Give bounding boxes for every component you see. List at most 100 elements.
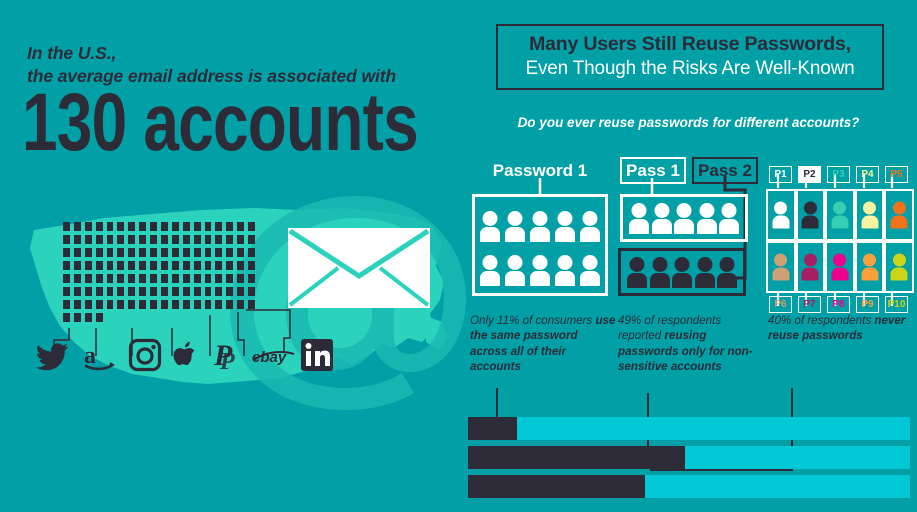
twitter-icon[interactable] bbox=[35, 343, 68, 371]
account-dot bbox=[248, 300, 256, 309]
password-tag-p6: P6 bbox=[769, 296, 792, 313]
account-dot-grid bbox=[63, 222, 259, 326]
account-dot bbox=[63, 300, 70, 309]
person-icon bbox=[649, 257, 670, 288]
password-tag-p5: P5 bbox=[885, 166, 908, 183]
person-icon bbox=[530, 255, 550, 286]
account-dot bbox=[226, 261, 234, 270]
account-dot bbox=[193, 248, 201, 257]
account-dot bbox=[84, 235, 92, 244]
account-dot bbox=[215, 261, 223, 270]
account-dot bbox=[215, 248, 223, 257]
caption-3: 40% of respondents never reuse passwords bbox=[768, 313, 908, 344]
brand-icon-row: a P P ebay bbox=[35, 333, 333, 375]
dot-row bbox=[63, 222, 259, 235]
account-dot bbox=[73, 300, 81, 309]
account-dot bbox=[63, 235, 70, 244]
amazon-icon[interactable]: a bbox=[84, 341, 118, 371]
person-icon bbox=[719, 203, 739, 234]
account-dot bbox=[237, 300, 245, 309]
account-dot bbox=[237, 248, 245, 257]
person-icon bbox=[772, 201, 790, 229]
account-dot bbox=[106, 261, 114, 270]
account-dot bbox=[161, 287, 168, 296]
account-dot bbox=[128, 261, 136, 270]
account-dot bbox=[171, 300, 179, 309]
account-dot bbox=[161, 300, 168, 309]
account-dot bbox=[63, 287, 70, 296]
linkedin-icon[interactable] bbox=[301, 339, 333, 371]
account-dot bbox=[237, 222, 245, 231]
account-dot bbox=[204, 222, 212, 231]
person-icon bbox=[890, 253, 908, 281]
person-icon bbox=[831, 253, 849, 281]
dot-row bbox=[63, 313, 259, 326]
account-dot bbox=[150, 287, 158, 296]
password-tag-p10: P10 bbox=[885, 296, 908, 313]
account-dot bbox=[150, 274, 158, 283]
lede-line-1: In the U.S., bbox=[27, 43, 117, 63]
account-dot bbox=[84, 274, 92, 283]
person-icon bbox=[772, 253, 790, 281]
password-cell bbox=[795, 189, 826, 241]
account-dot bbox=[63, 313, 70, 322]
account-dot bbox=[171, 261, 179, 270]
dot-row bbox=[63, 287, 259, 300]
password-tag-p2: P2 bbox=[798, 166, 821, 183]
account-dot bbox=[226, 287, 234, 296]
account-dot bbox=[215, 300, 223, 309]
account-dot bbox=[182, 222, 190, 231]
account-dot bbox=[150, 261, 158, 270]
password-tag-p3: P3 bbox=[827, 166, 850, 183]
ebay-icon[interactable]: ebay bbox=[252, 347, 298, 367]
account-dot bbox=[150, 300, 158, 309]
account-dot bbox=[171, 222, 179, 231]
password-cell bbox=[884, 241, 914, 293]
account-dot bbox=[128, 274, 136, 283]
account-dot bbox=[95, 261, 103, 270]
person-icon bbox=[629, 203, 649, 234]
account-dot bbox=[139, 248, 147, 257]
dot-row bbox=[63, 235, 259, 248]
apple-icon[interactable] bbox=[172, 339, 200, 371]
password-cell bbox=[766, 189, 796, 241]
account-dot bbox=[117, 261, 125, 270]
account-dot bbox=[248, 235, 256, 244]
account-dot bbox=[248, 248, 256, 257]
left-panel: a P P ebay In the U.S., the average emai… bbox=[0, 0, 466, 512]
person-icon bbox=[831, 201, 849, 229]
account-dot bbox=[73, 222, 81, 231]
survey-question: Do you ever reuse passwords for differen… bbox=[517, 115, 860, 130]
account-dot bbox=[85, 313, 92, 322]
group-box-pass-1 bbox=[620, 194, 748, 242]
person-icon bbox=[555, 255, 575, 286]
account-dot bbox=[117, 274, 125, 283]
password-cell bbox=[766, 241, 796, 293]
account-dot bbox=[84, 222, 92, 231]
password-cell bbox=[854, 189, 885, 241]
caption-2: 49% of respondents reported reusing pass… bbox=[618, 313, 760, 375]
dot-row bbox=[63, 274, 259, 287]
account-dot bbox=[63, 222, 70, 231]
person-icon bbox=[696, 203, 717, 234]
account-dot bbox=[215, 287, 223, 296]
account-dot bbox=[204, 300, 212, 309]
account-dot bbox=[248, 274, 256, 283]
password-cell bbox=[884, 189, 914, 241]
paypal-icon[interactable]: P P bbox=[213, 339, 243, 375]
password-cell bbox=[825, 189, 855, 241]
account-dot bbox=[139, 261, 147, 270]
group-label-password-1: Password 1 bbox=[492, 160, 588, 180]
password-tag-p9: P9 bbox=[856, 296, 879, 313]
account-dot bbox=[161, 274, 168, 283]
section-title-line-2: Even Though the Risks Are Well-Known bbox=[525, 57, 855, 79]
instagram-icon[interactable] bbox=[128, 338, 162, 372]
account-dot bbox=[95, 300, 103, 309]
account-dot bbox=[117, 287, 125, 296]
account-dot bbox=[95, 248, 103, 257]
account-dot bbox=[182, 248, 190, 257]
account-dot bbox=[171, 248, 179, 257]
account-dot bbox=[73, 261, 81, 270]
account-dot bbox=[193, 235, 201, 244]
account-dot bbox=[84, 248, 92, 257]
